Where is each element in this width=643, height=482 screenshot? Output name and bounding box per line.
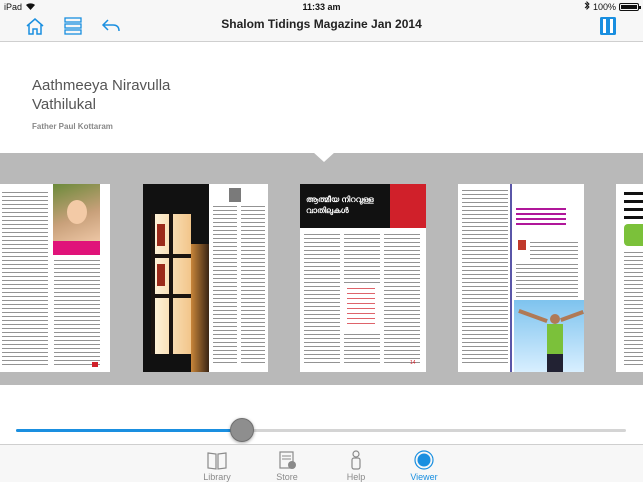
book-icon (192, 448, 242, 470)
magenta-caption (53, 241, 100, 255)
page-slider-track[interactable] (16, 429, 626, 432)
page-slider-thumb[interactable] (229, 418, 254, 442)
child-photo (53, 184, 100, 244)
magazine-title: Shalom Tidings Magazine Jan 2014 (221, 17, 422, 31)
article-author: Father Paul Kottaram (32, 122, 113, 131)
page-thumbnail-5[interactable] (616, 184, 643, 372)
nav-bar: Shalom Tidings Magazine Jan 2014 (0, 14, 643, 42)
page-slider-fill (16, 429, 242, 432)
page-headline: ആത്മീയ നിറവുള്ള വാതിലുകൾ (306, 195, 374, 215)
bluetooth-icon (584, 0, 590, 14)
page-number: 14 (410, 360, 416, 366)
tab-viewer[interactable]: Viewer (399, 448, 449, 482)
article-title-line-2: Vathilukal (32, 96, 96, 113)
page-thumbnail-2[interactable] (143, 184, 268, 372)
tab-help[interactable]: Help (331, 448, 381, 482)
tab-help-label: Help (346, 472, 366, 482)
article-heading: Aathmeeya Niravulla Vathilukal Father Pa… (32, 76, 232, 131)
tab-library-label: Library (203, 472, 231, 482)
article-title-line-1: Aathmeeya Niravulla (32, 77, 171, 94)
page-thumbnail-4[interactable] (458, 184, 584, 372)
red-header (390, 184, 426, 228)
tab-viewer-label: Viewer (410, 472, 438, 482)
help-person-icon (331, 448, 381, 470)
selection-pointer (313, 152, 335, 162)
tab-library[interactable]: Library (192, 448, 242, 482)
page-thumbnail-1[interactable] (0, 184, 110, 372)
store-icon (262, 448, 312, 470)
battery-percent: 100% (592, 2, 616, 12)
viewer-icon (399, 448, 449, 470)
purple-headline (516, 208, 566, 226)
tab-bar: Library Store Help Viewer (0, 444, 643, 482)
tab-store-label: Store (276, 472, 298, 482)
page-thumbnail-3[interactable]: ആത്മീയ നിറവുള്ള വാതിലുകൾ 14 (300, 184, 426, 372)
headline-block: ആത്മീയ നിറവുള്ള വാതിലുകൾ (300, 184, 390, 228)
red-pullquote (347, 288, 375, 328)
thumbnails-icon[interactable] (599, 16, 617, 36)
author-photo-2 (518, 240, 526, 250)
tab-store[interactable]: Store (262, 448, 312, 482)
status-time: 11:33 am (302, 2, 341, 12)
status-bar: iPad 11:33 am 100% (0, 0, 643, 14)
battery-icon (619, 3, 641, 11)
green-headline (624, 224, 643, 246)
